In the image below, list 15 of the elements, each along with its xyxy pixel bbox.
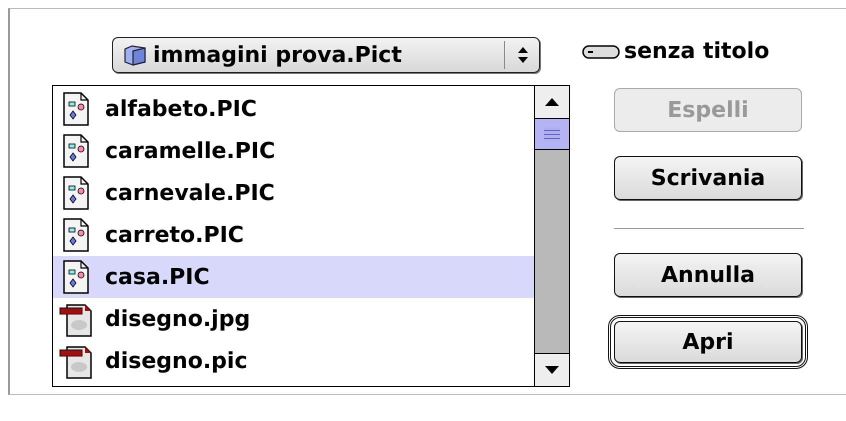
file-list-item[interactable]: casa.PIC	[53, 256, 534, 298]
dialog-button[interactable]: Scrivania	[614, 156, 802, 200]
file-list-item[interactable]: caramelle.PIC	[53, 130, 534, 172]
file-list-item[interactable]: alfabeto.PIC	[53, 88, 534, 130]
folder-popup[interactable]: immagini prova.Pict	[112, 37, 540, 73]
scrollbar[interactable]	[534, 86, 569, 386]
up-down-arrows-icon	[517, 46, 529, 64]
file-list-item[interactable]: carnevale.PIC	[53, 172, 534, 214]
disk-name: senza titolo	[624, 39, 770, 64]
dialog-button[interactable]: Annulla	[614, 253, 802, 297]
file-list-item[interactable]: carreto.PIC	[53, 214, 534, 256]
scroll-thumb[interactable]	[535, 119, 569, 150]
folder-icon	[123, 44, 147, 66]
file-list-item[interactable]: disegno.pic	[53, 340, 534, 382]
file-list-item[interactable]: disegno.jpg	[53, 298, 534, 340]
